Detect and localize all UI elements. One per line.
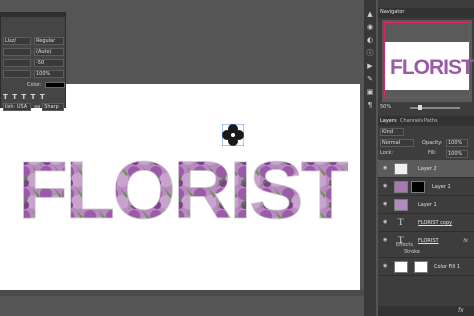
layer-name[interactable]: FLORIST — [418, 238, 439, 244]
brush-icon[interactable]: ✎ — [366, 75, 374, 83]
layer-name[interactable]: Color Fill 1 — [434, 264, 460, 270]
text-layer-icon: T — [398, 217, 404, 227]
layers-tabbar: Layers Channels Paths — [378, 116, 474, 126]
opacity-label: Opacity: — [422, 140, 443, 146]
layer-row-layer-2[interactable]: ◉ Layer 2 — [378, 160, 474, 178]
eye-icon[interactable]: ◉ — [383, 184, 388, 189]
lock-row: Lock: Fill: 100% — [380, 150, 472, 158]
anti-alias-icon: aa — [34, 104, 41, 110]
vertical-scale-field[interactable] — [3, 70, 31, 78]
zoom-slider-thumb[interactable] — [418, 105, 422, 110]
font-family-field[interactable]: Lisz/ — [3, 37, 31, 45]
add-layer-style-icon[interactable]: fx — [458, 307, 464, 314]
paint-icon[interactable]: ◉ — [366, 23, 374, 31]
info-icon[interactable]: ⓘ — [366, 49, 374, 57]
layer-row-layer-1[interactable]: ◉ Layer 1 — [378, 196, 474, 214]
layer-row-color-fill-1[interactable]: ◉ Color Fill 1 — [378, 258, 474, 276]
font-size-field[interactable] — [3, 48, 31, 56]
lock-label: Lock: — [380, 150, 394, 156]
clover-flower-shape[interactable] — [222, 124, 244, 146]
eye-icon[interactable]: ◉ — [383, 202, 388, 207]
tab-paths[interactable]: Paths — [424, 118, 438, 124]
document-canvas[interactable]: FLORIST — [0, 84, 360, 290]
blend-mode-select[interactable]: Normal — [380, 139, 414, 147]
type-style-buttons[interactable]: T T T T T — [3, 93, 46, 101]
florist-artwork: FLORIST — [18, 145, 348, 234]
fill-label: Fill: — [428, 150, 437, 156]
arrow-up-icon[interactable]: ▲ — [366, 10, 374, 18]
play-icon[interactable]: ▶ — [366, 62, 374, 70]
layer-row-florist[interactable]: ◉ T FLORIST fx Effects Stroke — [378, 232, 474, 258]
layer-thumbnail — [394, 199, 408, 211]
leading-field[interactable]: (Auto) — [34, 48, 64, 56]
eye-icon[interactable]: ◉ — [383, 264, 388, 269]
stamp-icon[interactable]: ▣ — [366, 88, 374, 96]
navigator-view-box[interactable] — [384, 22, 470, 98]
eye-icon[interactable]: ◉ — [383, 166, 388, 171]
navigator-tabbar: Navigator — [378, 8, 474, 18]
font-style-field[interactable]: Regular — [34, 37, 64, 45]
text-paragraph-icon[interactable]: ¶ — [366, 101, 374, 109]
tracking-field[interactable]: -50 — [34, 59, 64, 67]
anti-alias-select[interactable]: Sharp — [42, 103, 65, 111]
horizontal-scrollbar[interactable] — [0, 290, 364, 296]
layer-row-layer-1-mask[interactable]: ◉ Layer 1 — [378, 178, 474, 196]
adjust-icon[interactable]: ◐ — [366, 36, 374, 44]
blend-row: Normal Opacity: 100% — [380, 139, 472, 147]
florist-letters: FLORIST — [18, 145, 348, 234]
navigator-zoom-row: 50% — [380, 104, 472, 112]
navigator-preview[interactable]: FLORIST — [382, 20, 474, 102]
kind-filter-row: Kind — [380, 128, 404, 136]
layer-thumbnail — [394, 261, 408, 273]
layer-name[interactable]: Layer 1 — [432, 184, 451, 190]
layer-name[interactable]: Layer 2 — [418, 166, 437, 172]
layer-name[interactable]: FLORIST copy — [418, 220, 452, 226]
panel-dock-icons: ▲ ◉ ◐ ⓘ ▶ ✎ ▣ ¶ — [366, 8, 376, 114]
panel-header[interactable] — [1, 13, 65, 17]
tab-navigator[interactable]: Navigator — [380, 9, 404, 15]
layers-bottom-bar: fx — [378, 306, 474, 316]
layer-row-florist-copy[interactable]: ◉ T FLORIST copy — [378, 214, 474, 232]
eye-icon[interactable]: ◉ — [383, 238, 388, 243]
layer-mask-thumbnail — [411, 181, 425, 193]
tab-layers[interactable]: Layers — [380, 118, 397, 124]
fx-badge[interactable]: fx — [463, 238, 468, 244]
eye-icon[interactable]: ◉ — [383, 220, 388, 225]
character-panel: Lisz/ Regular (Auto) -50 100% Color: T T… — [0, 12, 66, 111]
layer-thumbnail — [394, 181, 408, 193]
layer-name[interactable]: Layer 1 — [418, 202, 437, 208]
layer-mask-thumbnail — [414, 261, 428, 273]
fill-field[interactable]: 100% — [446, 150, 468, 158]
opacity-field[interactable]: 100% — [446, 139, 468, 147]
color-swatch[interactable] — [44, 82, 65, 88]
layer-thumbnail — [394, 163, 408, 175]
language-select[interactable]: lish: USA — [3, 103, 31, 111]
color-label: Color: — [27, 82, 42, 88]
zoom-value[interactable]: 50% — [380, 104, 391, 110]
horizontal-scale-field[interactable]: 100% — [34, 70, 64, 78]
photoshop-window: FLORIST Lisz/ Regular (Auto) -50 100% Co… — [0, 0, 474, 316]
kind-filter-select[interactable]: Kind — [380, 128, 404, 136]
tab-channels[interactable]: Channels — [400, 118, 423, 124]
kerning-field[interactable] — [3, 59, 31, 67]
stroke-effect-label[interactable]: Stroke — [404, 249, 420, 257]
right-panels: Navigator FLORIST 50% Layers Channels Pa… — [378, 0, 474, 316]
